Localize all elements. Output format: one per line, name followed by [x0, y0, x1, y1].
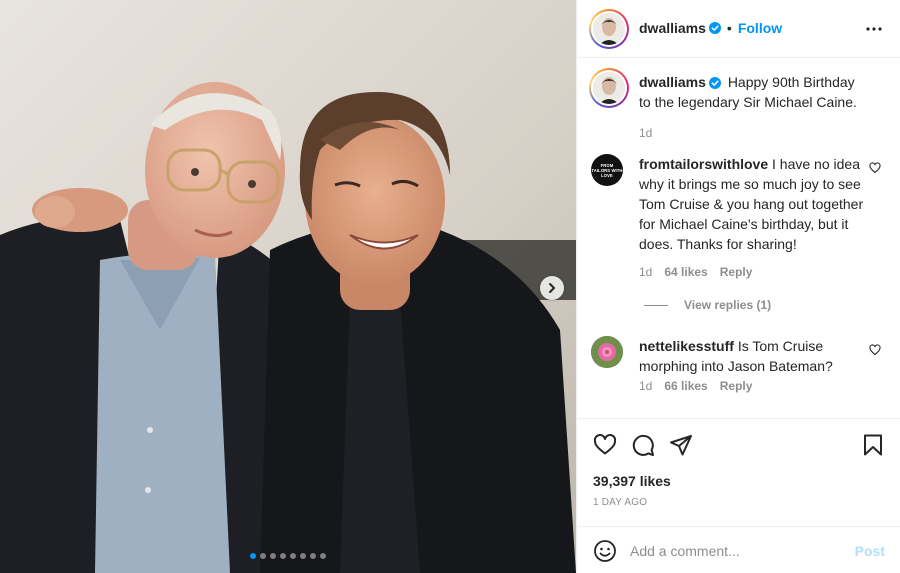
comment-time[interactable]: 1d	[639, 265, 652, 279]
view-replies-line	[644, 304, 668, 306]
post-header: dwalliams • Follow	[577, 0, 900, 58]
post-actions: 39,397 likes 1 DAY AGO	[577, 418, 900, 526]
caption: dwalliams Happy 90th Birthday to the leg…	[589, 68, 891, 140]
comment-meta: 1d 64 likes Reply	[639, 265, 752, 279]
view-replies-label: View replies (1)	[684, 298, 772, 312]
comment-username[interactable]: fromtailorswithlove	[639, 156, 768, 172]
post-sidebar: dwalliams • Follow dwalliams Happy 90th …	[576, 0, 900, 573]
carousel-dot	[290, 553, 296, 559]
verified-badge-icon	[708, 77, 721, 89]
comment-username[interactable]: nettelikesstuff	[639, 338, 734, 354]
carousel-indicator	[0, 553, 576, 559]
comment-like-icon[interactable]	[869, 162, 881, 174]
comment-meta: 1d 66 likes Reply	[639, 379, 752, 393]
caption-text-block: dwalliams Happy 90th Birthday to the leg…	[639, 72, 865, 112]
view-replies-button[interactable]: View replies (1)	[644, 298, 771, 312]
post-date[interactable]: 1 DAY AGO	[593, 497, 647, 508]
commenter-avatar-image	[591, 336, 623, 368]
comment-time[interactable]: 1d	[639, 379, 652, 393]
instagram-post: dwalliams • Follow dwalliams Happy 90th …	[0, 0, 900, 573]
share-icon[interactable]	[669, 433, 693, 457]
comment-likes[interactable]: 64 likes	[664, 265, 707, 279]
caption-avatar-image	[593, 72, 625, 104]
heart-icon[interactable]	[593, 433, 617, 457]
carousel-next-button[interactable]	[540, 276, 564, 300]
caption-username[interactable]: dwalliams	[639, 74, 706, 90]
comment-like-icon[interactable]	[869, 344, 881, 356]
comment-likes[interactable]: 66 likes	[664, 379, 707, 393]
comment-text-block: fromtailorswithlove I have no idea why i…	[639, 154, 865, 254]
carousel-dot	[280, 553, 286, 559]
header-separator: •	[726, 20, 732, 36]
header-user-row: dwalliams • Follow	[639, 20, 782, 36]
carousel-dot	[260, 553, 266, 559]
save-icon[interactable]	[861, 433, 885, 457]
caption-avatar[interactable]	[589, 68, 629, 108]
author-avatar-image	[593, 13, 625, 45]
header-username[interactable]: dwalliams	[639, 20, 706, 36]
post-photo	[0, 0, 576, 573]
commenter-avatar[interactable]	[591, 336, 623, 368]
chevron-right-icon	[549, 283, 555, 293]
author-avatar[interactable]	[589, 9, 629, 49]
verified-badge-icon	[708, 22, 721, 34]
post-comment-button[interactable]: Post	[855, 543, 885, 559]
comment-input[interactable]	[630, 539, 850, 563]
reply-button[interactable]: Reply	[720, 265, 753, 279]
carousel-dot	[250, 553, 256, 559]
post-media[interactable]	[0, 0, 576, 573]
carousel-dot	[300, 553, 306, 559]
likes-count[interactable]: 39,397 likes	[593, 473, 671, 489]
commenter-avatar[interactable]: FROM TAILORS WITH LOVE	[591, 154, 623, 186]
add-comment-bar: Post	[577, 526, 900, 573]
commenter-avatar-logo: FROM TAILORS WITH LOVE	[591, 163, 623, 178]
caption-meta: 1d	[639, 126, 652, 140]
caption-time[interactable]: 1d	[639, 126, 652, 140]
comment-item: nettelikesstuff Is Tom Cruise morphing i…	[591, 336, 891, 406]
comment-text-block: nettelikesstuff Is Tom Cruise morphing i…	[639, 336, 865, 376]
follow-button[interactable]: Follow	[738, 20, 782, 36]
comment-icon[interactable]	[631, 433, 655, 457]
reply-button[interactable]: Reply	[720, 379, 753, 393]
carousel-dot	[270, 553, 276, 559]
more-options-icon[interactable]	[865, 20, 883, 38]
emoji-icon[interactable]	[593, 539, 617, 563]
comments-section: dwalliams Happy 90th Birthday to the leg…	[577, 58, 900, 418]
carousel-dot	[310, 553, 316, 559]
carousel-dot	[320, 553, 326, 559]
comment-item: FROM TAILORS WITH LOVE fromtailorswithlo…	[591, 154, 891, 294]
